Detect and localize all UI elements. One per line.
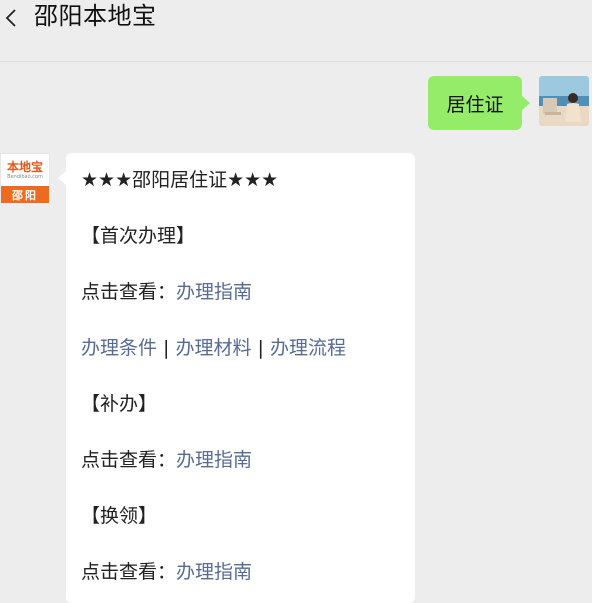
related-links-row: 办理条件 | 办理材料 | 办理流程 bbox=[81, 335, 346, 361]
section-first-apply: 【首次办理】 bbox=[81, 225, 196, 247]
chevron-left-icon bbox=[5, 9, 16, 27]
first-apply-guide-row: 点击查看：办理指南 bbox=[81, 279, 252, 305]
chat-header: 邵阳本地宝 bbox=[0, 0, 592, 62]
reissue-guide-row: 点击查看：办理指南 bbox=[81, 447, 252, 473]
chat-title: 邵阳本地宝 bbox=[34, 2, 157, 30]
process-link[interactable]: 办理流程 bbox=[270, 337, 346, 359]
link-separator: | bbox=[157, 337, 176, 359]
outgoing-message: 居住证 bbox=[0, 74, 592, 130]
back-button[interactable] bbox=[0, 4, 22, 32]
renewal-guide-row: 点击查看：办理指南 bbox=[81, 559, 252, 585]
incoming-bubble: ★★★邵阳居住证★★★ 【首次办理】 点击查看：办理指南 办理条件 | 办理材料… bbox=[58, 153, 415, 603]
guide-link-first[interactable]: 办理指南 bbox=[176, 281, 252, 303]
bendibao-logo: 本地宝 Bendibao.com bbox=[1, 154, 49, 187]
click-prefix: 点击查看： bbox=[81, 449, 177, 471]
guide-link-renewal[interactable]: 办理指南 bbox=[176, 561, 252, 583]
logo-subtext: Bendibao.com bbox=[7, 174, 43, 180]
section-reissue: 【补办】 bbox=[81, 393, 158, 415]
bot-avatar[interactable]: 本地宝 Bendibao.com 邵阳 bbox=[0, 153, 50, 204]
conditions-link[interactable]: 办理条件 bbox=[81, 337, 157, 359]
logo-city: 邵阳 bbox=[1, 186, 49, 203]
user-avatar[interactable] bbox=[539, 76, 589, 126]
link-separator: | bbox=[251, 337, 270, 359]
user-avatar-image bbox=[539, 76, 589, 126]
section-renewal: 【换领】 bbox=[81, 505, 158, 527]
message-heading: ★★★邵阳居住证★★★ bbox=[81, 169, 279, 191]
logo-text: 本地宝 bbox=[6, 160, 43, 174]
materials-link[interactable]: 办理材料 bbox=[176, 337, 252, 359]
click-prefix: 点击查看： bbox=[81, 561, 177, 583]
outgoing-bubble[interactable]: 居住证 bbox=[428, 76, 530, 130]
guide-link-reissue[interactable]: 办理指南 bbox=[176, 449, 252, 471]
click-prefix: 点击查看： bbox=[81, 281, 177, 303]
